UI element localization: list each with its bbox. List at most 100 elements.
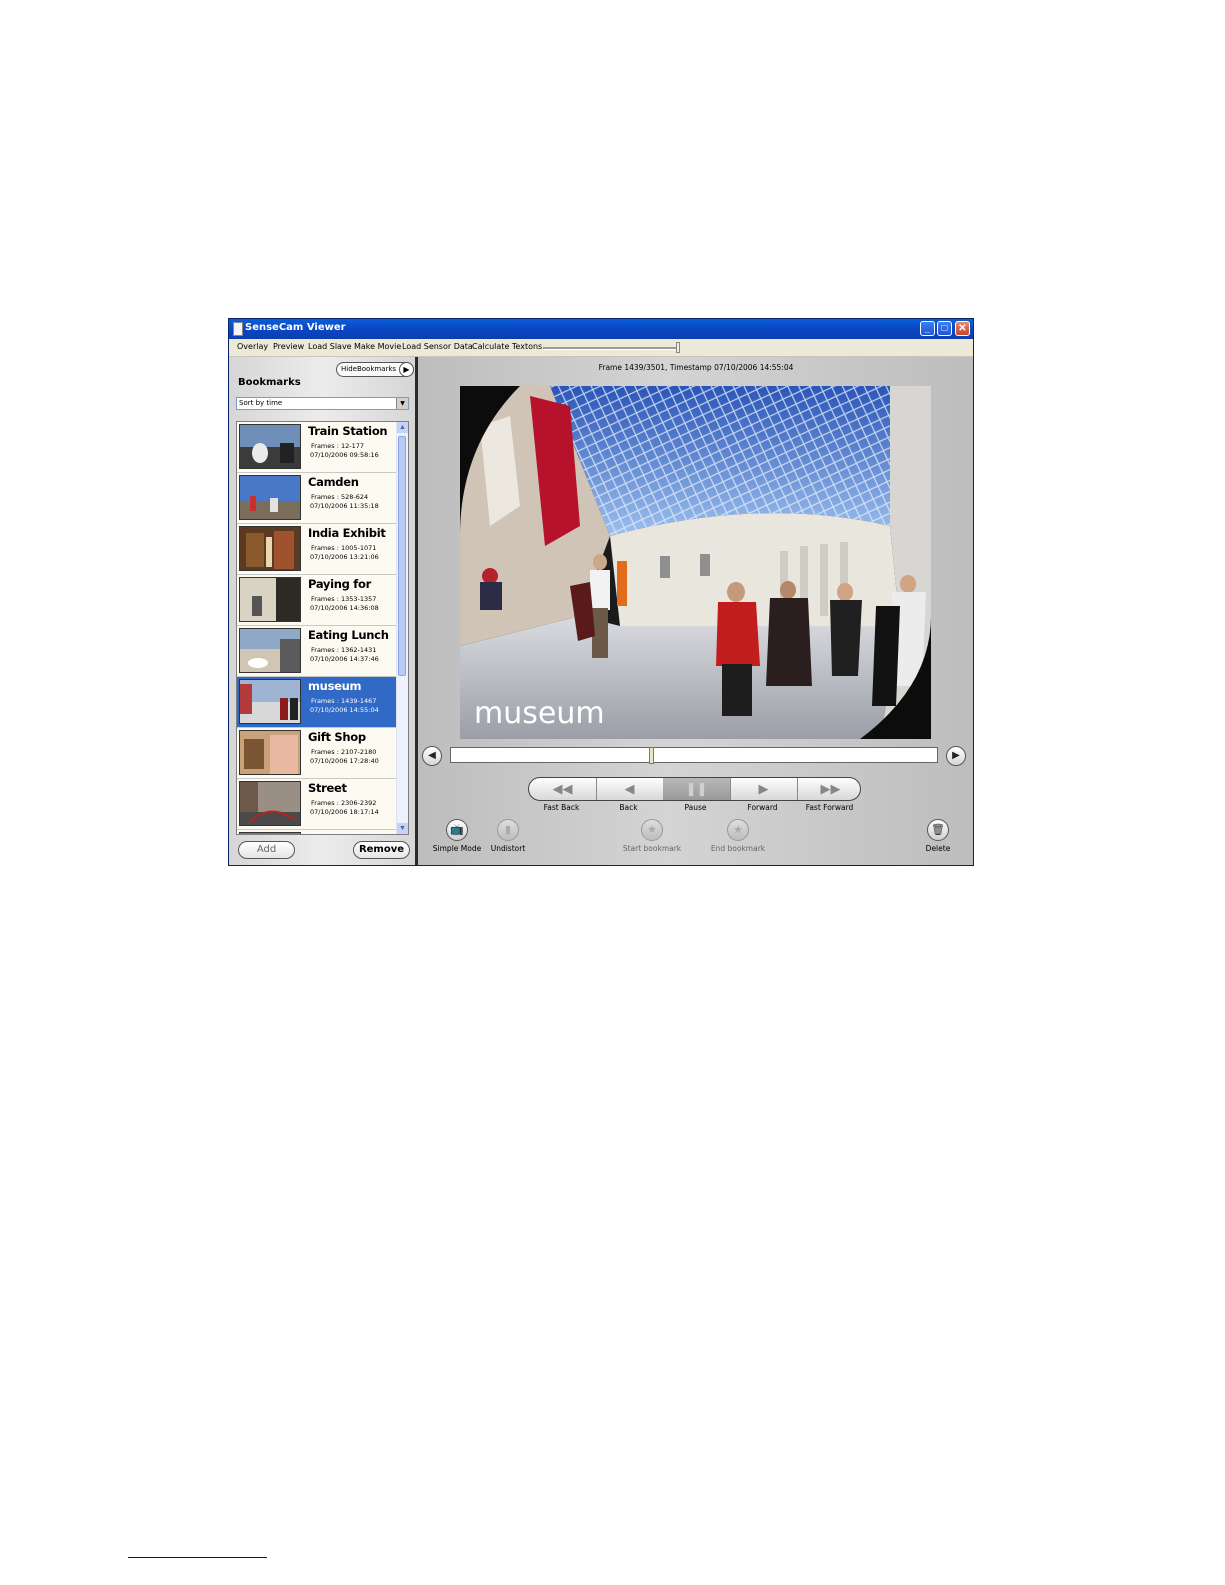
bookmark-thumbnail <box>239 577 301 622</box>
undistort-label: Undistort <box>490 844 526 853</box>
delete-label: Delete <box>925 844 951 853</box>
bookmark-timestamp: 07/10/2006 17:28:40 <box>310 757 379 765</box>
end-bookmark-button[interactable]: ★ End bookmark <box>708 819 768 853</box>
forward-label: Forward <box>747 803 778 812</box>
bookmark-item[interactable]: Paying for Frames : 1353-1357 07/10/2006… <box>237 575 397 626</box>
scroll-down-icon[interactable]: ▼ <box>397 823 408 834</box>
back-button[interactable]: ◀ <box>596 778 664 800</box>
end-bookmark-label: End bookmark <box>710 844 766 853</box>
title-bar: SenseCam Viewer _ □ ✕ <box>229 319 973 339</box>
bookmark-list-scrollbar[interactable]: ▲ ▼ <box>396 422 408 834</box>
pause-icon: ❚❚ <box>685 781 708 796</box>
timeline: ◀ ▶ <box>422 745 970 767</box>
bookmark-frames: Frames : 528-624 <box>311 493 369 501</box>
bookmark-timestamp: 07/10/2006 14:55:04 <box>310 706 379 714</box>
bookmark-thumbnail <box>239 679 301 724</box>
bookmark-frames: Frames : 1005-1071 <box>311 544 377 552</box>
add-bookmark-button[interactable]: Add <box>238 841 295 859</box>
bookmark-name: Gift Shop <box>308 730 366 744</box>
bookmark-thumbnail <box>239 475 301 520</box>
undistort-icon: ▮ <box>497 819 519 841</box>
start-bookmark-label: Start bookmark <box>622 844 682 853</box>
dropdown-arrow-icon[interactable]: ▼ <box>396 398 408 409</box>
bookmark-list: Train Station Frames : 12-177 07/10/2006… <box>236 421 409 835</box>
star-icon: ★ <box>641 819 663 841</box>
menu-make-movie[interactable]: Make Movie <box>354 342 401 351</box>
bookmark-thumbnail <box>239 781 301 826</box>
fast-back-button[interactable]: ◀◀ <box>529 778 597 800</box>
forward-icon: ▶ <box>758 781 769 796</box>
bookmark-item[interactable]: Gift Shop Frames : 2107-2180 07/10/2006 … <box>237 728 397 779</box>
bookmark-item[interactable]: Eating Lunch Frames : 1362-1431 07/10/20… <box>237 626 397 677</box>
bookmark-timestamp: 07/10/2006 09:58:16 <box>310 451 379 459</box>
window-title: SenseCam Viewer <box>245 322 346 333</box>
bookmark-name: museum <box>308 679 362 693</box>
timeline-right-arrow-icon[interactable]: ▶ <box>946 746 966 766</box>
museum-photo <box>460 386 931 739</box>
bookmark-item[interactable]: Camden Frames : 528-624 07/10/2006 11:35… <box>237 473 397 524</box>
bookmark-frames: Frames : 12-177 <box>311 442 364 450</box>
menu-slider-thumb[interactable] <box>676 342 680 353</box>
menu-slider-track <box>543 347 679 350</box>
bookmark-item[interactable]: Train Station Frames : 12-177 07/10/2006… <box>237 422 397 473</box>
menu-slider[interactable] <box>543 342 683 353</box>
bookmark-timestamp: 07/10/2006 14:37:46 <box>310 655 379 663</box>
minimize-button[interactable]: _ <box>920 321 935 336</box>
scrollbar-thumb[interactable] <box>398 436 406 676</box>
tv-icon: 📺 <box>446 819 468 841</box>
bookmark-frames: Frames : 2306-2392 <box>311 799 377 807</box>
bookmark-frames: Frames : 2107-2180 <box>311 748 377 756</box>
chevron-right-icon: ▶ <box>399 362 414 377</box>
bookmark-name: Train Station <box>308 424 388 438</box>
frame-info: Frame 1439/3501, Timestamp 07/10/2006 14… <box>598 363 794 372</box>
bookmark-frames: Frames : 1353-1357 <box>311 595 377 603</box>
hide-bookmarks-button[interactable]: HideBookmarks ▶ <box>336 362 414 377</box>
maximize-button[interactable]: □ <box>937 321 952 336</box>
fast-back-icon: ◀◀ <box>552 781 573 796</box>
trash-icon: 🗑 <box>927 819 949 841</box>
bookmark-thumbnail <box>239 424 301 469</box>
viewer-panel: Frame 1439/3501, Timestamp 07/10/2006 14… <box>418 357 973 865</box>
sort-select[interactable]: Sort by time ▼ <box>236 397 409 410</box>
hide-bookmarks-label: HideBookmarks <box>341 365 397 373</box>
pause-button[interactable]: ❚❚ <box>663 778 731 800</box>
footnote-rule <box>128 1557 267 1558</box>
bookmark-thumbnail <box>239 628 301 673</box>
fast-forward-label: Fast Forward <box>805 803 854 812</box>
bookmark-timestamp: 07/10/2006 14:36:08 <box>310 604 379 612</box>
bookmark-thumbnail <box>239 526 301 571</box>
bookmark-name: Camden <box>308 475 359 489</box>
fast-forward-button[interactable]: ▶▶ <box>797 778 860 800</box>
remove-bookmark-button[interactable]: Remove <box>353 841 410 859</box>
menu-overlay[interactable]: Overlay <box>237 342 268 351</box>
start-bookmark-button[interactable]: ★ Start bookmark <box>622 819 682 853</box>
bookmark-thumbnail <box>239 832 301 834</box>
transport-controls: ◀◀ ◀ ❚❚ ▶ ▶▶ <box>528 777 861 801</box>
app-icon <box>233 322 243 336</box>
timeline-track[interactable] <box>450 747 938 764</box>
bookmark-frames: Frames : 1439-1467 <box>311 697 377 705</box>
bookmark-item[interactable]: India Exhibit Frames : 1005-1071 07/10/2… <box>237 524 397 575</box>
menu-load-slave[interactable]: Load Slave <box>308 342 352 351</box>
bookmark-timestamp: 07/10/2006 11:35:18 <box>310 502 379 510</box>
scroll-up-icon[interactable]: ▲ <box>397 422 408 433</box>
back-icon: ◀ <box>624 781 635 796</box>
menu-preview[interactable]: Preview <box>273 342 304 351</box>
bookmarks-panel: HideBookmarks ▶ Bookmarks Sort by time ▼… <box>229 357 415 865</box>
timeline-thumb[interactable] <box>649 747 654 764</box>
bookmark-item-partial[interactable] <box>237 830 397 834</box>
bookmark-item-selected[interactable]: museum Frames : 1439-1467 07/10/2006 14:… <box>237 677 397 728</box>
fast-forward-icon: ▶▶ <box>820 781 841 796</box>
close-button[interactable]: ✕ <box>955 321 970 336</box>
bookmark-item[interactable]: Street Frames : 2306-2392 07/10/2006 18:… <box>237 779 397 830</box>
bookmarks-title: Bookmarks <box>238 377 301 388</box>
fast-back-label: Fast Back <box>543 803 580 812</box>
undistort-button[interactable]: ▮ Undistort <box>478 819 538 853</box>
menu-load-sensor-data[interactable]: Load Sensor Data <box>402 342 473 351</box>
menu-calculate-textons[interactable]: Calculate Textons <box>472 342 542 351</box>
delete-button[interactable]: 🗑 Delete <box>908 819 968 853</box>
forward-button[interactable]: ▶ <box>730 778 798 800</box>
timeline-left-arrow-icon[interactable]: ◀ <box>422 746 442 766</box>
bookmark-timestamp: 07/10/2006 18:17:14 <box>310 808 379 816</box>
menu-bar: Overlay Preview Load Slave Make Movie Lo… <box>229 339 973 357</box>
